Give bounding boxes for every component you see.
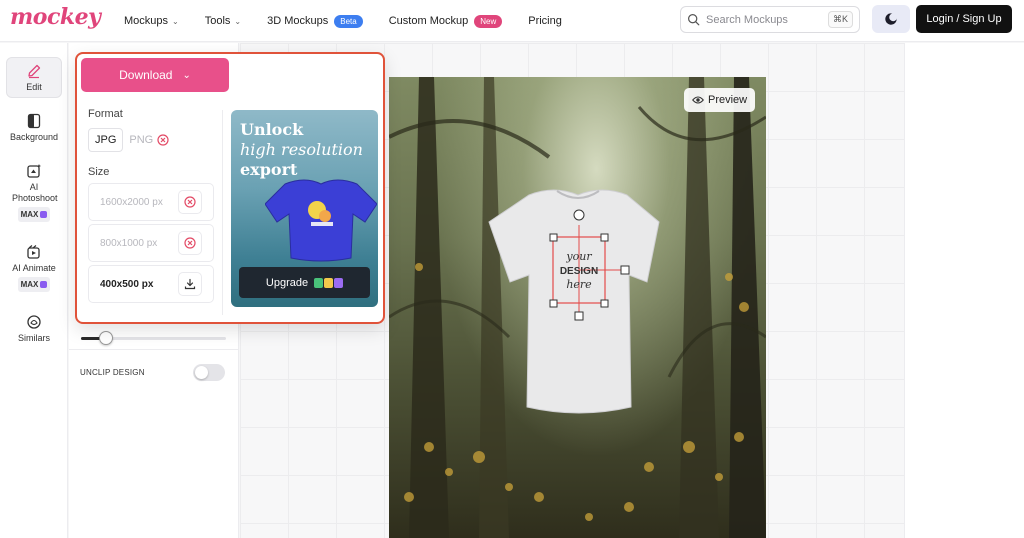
beta-badge: Beta [334, 14, 363, 28]
ai-animate-icon [27, 245, 40, 259]
mockup-image: your DESIGN here [389, 77, 766, 538]
design-text-middle: DESIGN [560, 266, 598, 277]
rail-item-label: Similars [17, 333, 50, 343]
rail-item-similars[interactable]: Similars [6, 314, 62, 344]
max-badge-text: MAX [20, 210, 39, 219]
download-icon [184, 278, 196, 290]
nav-3d-mockups-label: 3D Mockups [267, 15, 329, 27]
eye-icon [692, 96, 704, 104]
download-button[interactable]: Download ⌄ [81, 58, 229, 92]
download-dropdown: Download ⌄ Format JPG PNG Size 1600x2000… [75, 52, 385, 324]
chevron-down-icon: ⌄ [172, 16, 179, 26]
rail-item-label: AI Animate [12, 263, 56, 273]
crown-icon [40, 211, 48, 218]
chevron-down-icon: ⌄ [234, 16, 242, 26]
crown-icon [40, 281, 48, 288]
upgrade-label: Upgrade [265, 276, 309, 289]
search-icon [688, 14, 700, 26]
forest-scene: your DESIGN here [389, 77, 766, 538]
download-options: Format JPG PNG Size 1600x2000 px 800x100… [88, 108, 214, 303]
locked-size-button[interactable] [178, 231, 202, 255]
format-jpg-option[interactable]: JPG [88, 128, 124, 152]
nav-pricing[interactable]: Pricing [528, 15, 562, 27]
pencil-icon [28, 64, 41, 79]
max-badge: MAX [17, 277, 51, 292]
new-badge: New [474, 14, 503, 28]
rail-item-ai-animate[interactable]: AI Animate MAX [6, 244, 62, 292]
rail-item-background[interactable]: Background [6, 113, 62, 143]
format-options: JPG PNG [88, 127, 214, 153]
tool-rail: Edit Background AI Photoshoot MAX AI Ani… [0, 43, 68, 538]
theme-toggle-button[interactable] [872, 5, 910, 33]
unclip-design-label: UNCLIP DESIGN [80, 368, 145, 377]
upgrade-button[interactable]: Upgrade [239, 267, 370, 298]
nav-mockups-label: Mockups [124, 15, 169, 27]
premium-features-icon [314, 277, 344, 288]
size-label-text: 400x500 px [100, 278, 154, 290]
tshirt-illustration [265, 179, 377, 262]
promo-line1: Unlock [240, 120, 304, 139]
download-label: Download [119, 68, 173, 82]
slider-handle[interactable] [98, 331, 113, 345]
search-shortcut-hint: ⌘K [827, 11, 853, 28]
format-png-option[interactable]: PNG [123, 128, 175, 152]
max-badge-text: MAX [20, 280, 39, 289]
unclip-design-toggle[interactable] [193, 364, 225, 381]
main-nav: Mockups ⌄ Tools ⌄ 3D Mockups Beta Custom… [124, 0, 588, 42]
size-option-800x1000[interactable]: 800x1000 px [88, 224, 214, 262]
format-png-label: PNG [129, 134, 154, 146]
moon-icon [885, 13, 898, 25]
rail-item-label: Background [9, 132, 59, 142]
similars-icon [27, 315, 41, 329]
search-box[interactable]: ⌘K [680, 6, 860, 33]
promo-title: Unlock high resolution export [240, 120, 363, 180]
ai-photoshoot-icon [27, 164, 41, 178]
mockey-logo[interactable]: mockey [10, 4, 101, 30]
lock-x-icon [184, 237, 196, 249]
nav-custom-mockup-label: Custom Mockup [388, 15, 469, 27]
max-badge: MAX [17, 207, 51, 222]
lock-x-icon [184, 196, 196, 208]
size-option-1600x2000[interactable]: 1600x2000 px [88, 183, 214, 221]
rail-item-ai-photoshoot[interactable]: AI Photoshoot MAX [6, 163, 62, 222]
nav-3d-mockups[interactable]: 3D Mockups Beta [267, 14, 363, 28]
toggle-knob [195, 366, 208, 379]
chevron-down-icon: ⌄ [182, 69, 191, 81]
format-label: Format [88, 108, 123, 120]
promo-line2: high resolution [240, 140, 363, 159]
lock-x-icon [157, 134, 169, 146]
search-input[interactable] [706, 13, 816, 26]
preview-button[interactable]: Preview [684, 88, 756, 112]
locked-size-button[interactable] [178, 190, 202, 214]
size-option-400x500[interactable]: 400x500 px [88, 265, 214, 303]
design-text-bottom: here [566, 278, 592, 291]
preview-label: Preview [708, 94, 748, 106]
right-panel [904, 43, 1024, 538]
nav-tools[interactable]: Tools ⌄ [205, 15, 241, 27]
nav-tools-label: Tools [204, 15, 231, 27]
top-navigation-bar: mockey Mockups ⌄ Tools ⌄ 3D Mockups Beta… [0, 0, 1024, 42]
login-signup-button[interactable]: Login / Sign Up [916, 5, 1012, 33]
size-slider[interactable] [81, 331, 226, 345]
rail-item-label: AI Photoshoot [12, 182, 58, 203]
nav-pricing-label: Pricing [528, 15, 562, 27]
design-text-top: your [565, 250, 592, 263]
size-label-text: 800x1000 px [100, 237, 158, 249]
divider [69, 349, 239, 350]
nav-custom-mockup[interactable]: Custom Mockup New [388, 14, 503, 28]
size-label: Size [88, 166, 110, 178]
upgrade-promo-card: Unlock high resolution export Upgrade [231, 110, 378, 307]
rail-item-label: Edit [26, 82, 42, 92]
background-icon [27, 113, 41, 129]
rail-item-edit[interactable]: Edit [6, 57, 62, 98]
nav-mockups[interactable]: Mockups ⌄ [124, 15, 179, 27]
divider [222, 110, 223, 315]
size-label-text: 1600x2000 px [100, 196, 163, 208]
download-size-button[interactable] [178, 272, 202, 296]
